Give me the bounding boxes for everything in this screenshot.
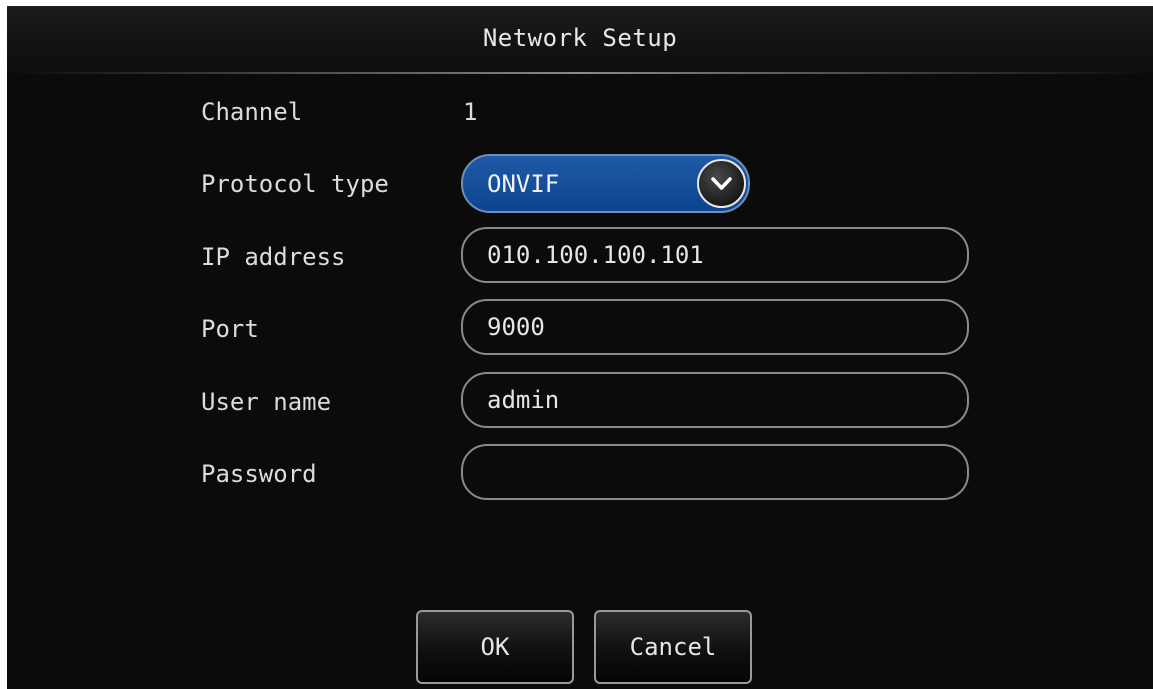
channel-value: 1: [463, 98, 478, 126]
user-name-field[interactable]: admin: [461, 372, 969, 428]
ip-address-value: 010.100.100.101: [487, 241, 704, 269]
user-name-value: admin: [487, 386, 560, 414]
protocol-type-value: ONVIF: [487, 170, 560, 198]
network-setup-screen: Network Setup Channel 1 Protocol type ON…: [7, 6, 1153, 689]
user-name-label: User name: [201, 388, 332, 416]
port-field[interactable]: 9000: [461, 299, 969, 355]
chevron-down-icon[interactable]: [697, 159, 746, 208]
title-divider: [7, 72, 1153, 74]
port-label: Port: [201, 315, 259, 343]
cancel-button[interactable]: Cancel: [594, 610, 752, 684]
password-label: Password: [201, 460, 317, 488]
channel-label: Channel: [201, 98, 303, 126]
ok-button[interactable]: OK: [416, 610, 574, 684]
title-bar: Network Setup: [7, 6, 1153, 72]
page-title: Network Setup: [482, 24, 678, 52]
port-value: 9000: [487, 313, 545, 341]
ip-address-field[interactable]: 010.100.100.101: [461, 227, 969, 283]
password-field[interactable]: [461, 444, 969, 500]
ip-address-label: IP address: [201, 243, 346, 271]
protocol-type-label: Protocol type: [201, 170, 389, 198]
protocol-type-select[interactable]: ONVIF: [461, 154, 750, 213]
